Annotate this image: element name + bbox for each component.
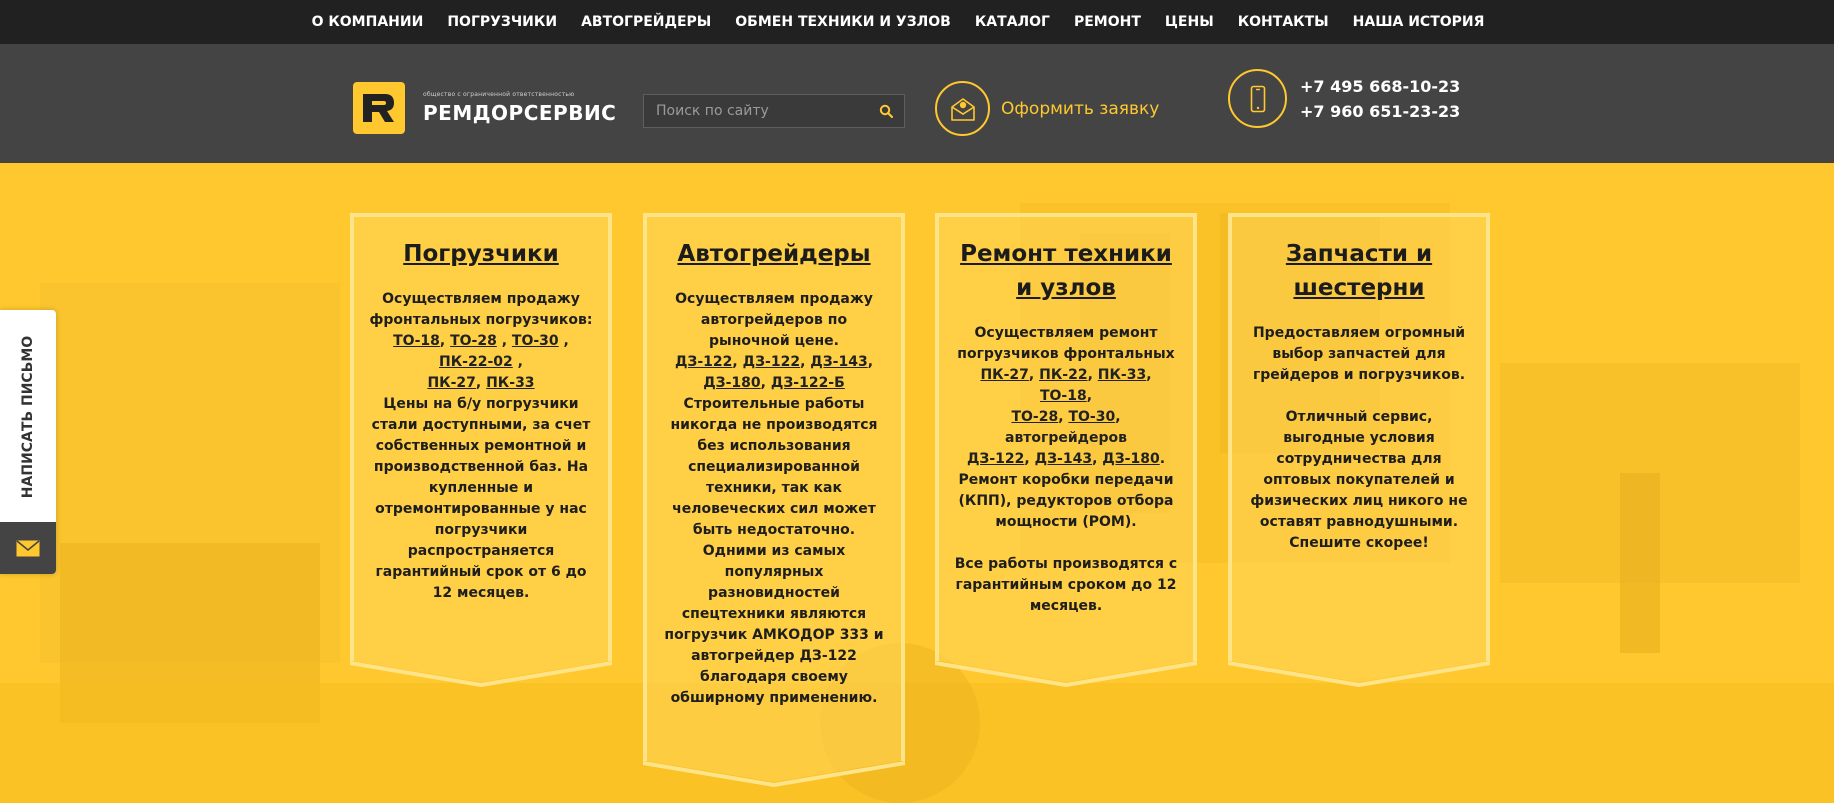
nav-item-contacts[interactable]: КОНТАКТЫ bbox=[1226, 14, 1341, 30]
card-parts: Запчасти и шестерни Предоставляем огромн… bbox=[1228, 213, 1490, 687]
mail-icon bbox=[16, 539, 40, 556]
card-parts-body: Отличный сервис, выгодные условия сотруд… bbox=[1250, 409, 1468, 551]
card-parts-title[interactable]: Запчасти и шестерни bbox=[1246, 237, 1472, 305]
card-notch bbox=[350, 661, 612, 687]
nav-item-graders[interactable]: АВТОГРЕЙДЕРЫ bbox=[569, 14, 723, 30]
logo-text: общество с ограниченной ответственностью… bbox=[423, 91, 616, 125]
card-graders: Автогрейдеры Осуществляем продажу автогр… bbox=[643, 213, 905, 787]
card-repair-body-2: Все работы производятся с гарантийным ср… bbox=[954, 556, 1178, 614]
model-link[interactable]: ДЗ-180 bbox=[703, 375, 760, 391]
phone-block: +7 495 668-10-23 +7 960 651-23-23 bbox=[1228, 69, 1460, 128]
card-repair: Ремонт техники и узлов Осуществляем ремо… bbox=[935, 213, 1197, 687]
card-graders-body: Строительные работы никогда не производя… bbox=[664, 396, 884, 706]
smartphone-icon bbox=[1250, 85, 1265, 112]
card-loaders-title[interactable]: Погрузчики bbox=[368, 237, 594, 271]
order-label: Оформить заявку bbox=[1001, 98, 1160, 119]
card-loaders-intro: Осуществляем продажу фронтальных погрузч… bbox=[369, 291, 593, 328]
card-notch bbox=[935, 661, 1197, 687]
model-link[interactable]: ТО-28 bbox=[1011, 409, 1058, 425]
card-graders-links: ДЗ-122, ДЗ-122, ДЗ-143, ДЗ-180, ДЗ-122-Б bbox=[674, 354, 874, 391]
card-notch bbox=[643, 761, 905, 787]
nav-item-repair[interactable]: РЕМОНТ bbox=[1062, 14, 1153, 30]
search-icon bbox=[879, 104, 893, 118]
top-nav-list: О КОМПАНИИ ПОГРУЗЧИКИ АВТОГРЕЙДЕРЫ ОБМЕН… bbox=[300, 14, 1497, 30]
model-link[interactable]: ПК-22 bbox=[1039, 367, 1087, 383]
mail-button[interactable] bbox=[0, 522, 56, 574]
model-link[interactable]: ПК-27 bbox=[980, 367, 1028, 383]
card-graders-intro: Осуществляем продажу автогрейдеров по ры… bbox=[675, 291, 873, 349]
phone-number-2[interactable]: +7 960 651-23-23 bbox=[1300, 99, 1460, 124]
model-link[interactable]: ТО-18 bbox=[393, 333, 440, 349]
card-repair-body: Ремонт коробки передачи (КПП), редукторо… bbox=[958, 472, 1174, 530]
nav-item-about[interactable]: О КОМПАНИИ bbox=[300, 14, 436, 30]
nav-item-catalog[interactable]: КАТАЛОГ bbox=[963, 14, 1062, 30]
write-letter-label-wrap: НАПИСАТЬ ПИСЬМО bbox=[0, 310, 56, 524]
card-loaders-links: ТО-18, ТО-28 , ТО-30 , ПК-22-02 , ПК-27,… bbox=[393, 333, 569, 391]
model-link[interactable]: ДЗ-122-Б bbox=[771, 375, 845, 391]
write-letter-tab[interactable]: НАПИСАТЬ ПИСЬМО bbox=[0, 310, 56, 574]
card-loaders-body: Цены на б/у погрузчики стали доступными,… bbox=[371, 396, 591, 601]
model-link[interactable]: ПК-27 bbox=[427, 375, 475, 391]
model-link[interactable]: ДЗ-180 bbox=[1102, 451, 1159, 467]
nav-item-prices[interactable]: ЦЕНЫ bbox=[1153, 14, 1226, 30]
model-link[interactable]: ТО-30 bbox=[512, 333, 559, 349]
logo-name: РЕМДОРСЕРВИС bbox=[423, 101, 617, 125]
order-icon-circle bbox=[935, 81, 990, 136]
card-graders-title[interactable]: Автогрейдеры bbox=[661, 237, 887, 271]
background-machinery-image bbox=[0, 163, 1834, 803]
card-repair-intro: Осуществляем ремонт погрузчиков фронталь… bbox=[957, 325, 1175, 362]
phone-icon-circle bbox=[1228, 69, 1287, 128]
site-header: общество с ограниченной ответственностью… bbox=[0, 44, 1834, 163]
logo[interactable]: общество с ограниченной ответственностью… bbox=[353, 82, 616, 134]
model-link[interactable]: ТО-30 bbox=[1068, 409, 1115, 425]
model-link[interactable]: ТО-28 bbox=[450, 333, 497, 349]
model-link[interactable]: ДЗ-122 bbox=[743, 354, 800, 370]
card-repair-title[interactable]: Ремонт техники и узлов bbox=[953, 237, 1179, 305]
model-link[interactable]: ПК-22-02 bbox=[439, 354, 513, 370]
model-link[interactable]: ДЗ-122 bbox=[967, 451, 1024, 467]
search-button[interactable] bbox=[868, 95, 904, 127]
phone-numbers: +7 495 668-10-23 +7 960 651-23-23 bbox=[1300, 74, 1460, 124]
logo-subtitle: общество с ограниченной ответственностью bbox=[423, 91, 575, 98]
card-loaders: Погрузчики Осуществляем продажу фронталь… bbox=[350, 213, 612, 687]
model-link[interactable]: ПК-33 bbox=[1098, 367, 1146, 383]
envelope-icon bbox=[950, 97, 975, 121]
search-box bbox=[643, 94, 905, 128]
write-letter-label: НАПИСАТЬ ПИСЬМО bbox=[20, 335, 36, 499]
search-input[interactable] bbox=[644, 102, 868, 120]
card-notch bbox=[1228, 661, 1490, 687]
order-request-button[interactable]: Оформить заявку bbox=[935, 81, 1159, 136]
card-repair-mid: автогрейдеров bbox=[1005, 430, 1127, 446]
model-link[interactable]: ПК-33 bbox=[486, 375, 534, 391]
model-link[interactable]: ТО-18 bbox=[1040, 388, 1087, 404]
hero-section: Погрузчики Осуществляем продажу фронталь… bbox=[0, 163, 1834, 803]
nav-item-loaders[interactable]: ПОГРУЗЧИКИ bbox=[435, 14, 569, 30]
nav-item-exchange[interactable]: ОБМЕН ТЕХНИКИ И УЗЛОВ bbox=[723, 14, 963, 30]
model-link[interactable]: ДЗ-122 bbox=[675, 354, 732, 370]
phone-number-1[interactable]: +7 495 668-10-23 bbox=[1300, 74, 1460, 99]
model-link[interactable]: ДЗ-143 bbox=[810, 354, 867, 370]
model-link[interactable]: ДЗ-143 bbox=[1035, 451, 1092, 467]
nav-item-history[interactable]: НАША ИСТОРИЯ bbox=[1341, 14, 1497, 30]
logo-r-icon bbox=[353, 82, 405, 134]
card-parts-intro: Предоставляем огромный выбор запчастей д… bbox=[1252, 325, 1466, 383]
top-nav: О КОМПАНИИ ПОГРУЗЧИКИ АВТОГРЕЙДЕРЫ ОБМЕН… bbox=[0, 0, 1834, 44]
card-repair-links: ПК-27, ПК-22, ПК-33, ТО-18, ТО-28, ТО-30… bbox=[966, 367, 1166, 467]
